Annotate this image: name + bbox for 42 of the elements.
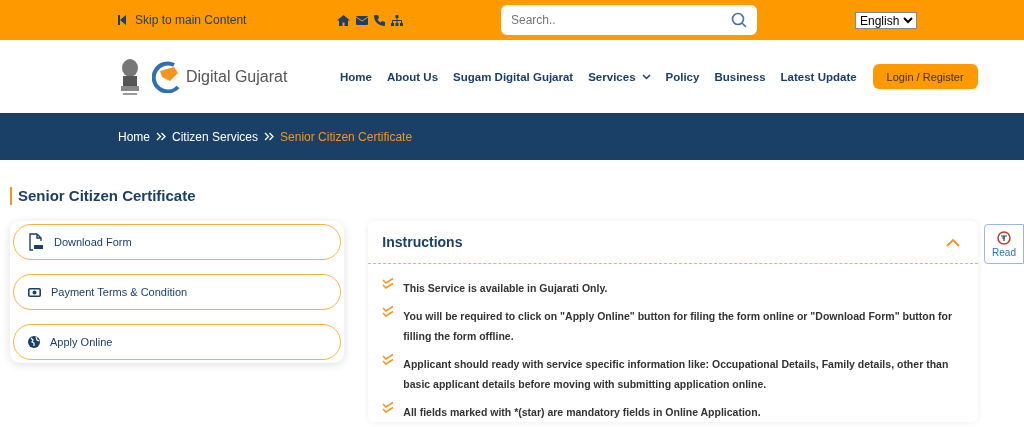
read-button[interactable]: Read: [984, 224, 1024, 264]
nav-link[interactable]: Home: [340, 70, 372, 83]
action-button[interactable]: Download Form: [13, 224, 342, 260]
double-check-icon: [382, 354, 395, 366]
nav-link[interactable]: Business: [714, 70, 766, 83]
mail-icon[interactable]: [356, 15, 368, 25]
instruction-text: This Service is available in Gujarati Only.: [403, 281, 609, 296]
double-check-icon: [382, 278, 395, 290]
globe-icon: [28, 336, 40, 348]
logo-icon: [152, 60, 182, 93]
action-button[interactable]: Payment Terms & Condition: [13, 274, 342, 310]
search-field[interactable]: Search..: [501, 5, 757, 35]
chevrons-icon: [156, 132, 166, 141]
instruction-text: You will be required to click on "Apply Online" button for filing the form online or "Download Form" button for filling the form offline.: [403, 309, 954, 344]
language-icon: [997, 230, 1012, 245]
phone-icon[interactable]: [374, 14, 385, 26]
nav-link[interactable]: About Us: [386, 70, 439, 83]
language-select[interactable]: English: [855, 11, 917, 29]
nav-link[interactable]: Policy: [665, 70, 700, 83]
action-button[interactable]: Apply Online: [13, 324, 342, 360]
skip-icon: [118, 15, 127, 25]
sitemap-icon[interactable]: [391, 14, 403, 26]
breadcrumb-link[interactable]: Home: [118, 129, 150, 144]
search-icon[interactable]: [731, 12, 747, 28]
banknote-icon: [28, 287, 41, 297]
nav-link[interactable]: Services: [588, 70, 651, 83]
pdf-file-icon: [28, 233, 44, 251]
instruction-text: All fields marked with *(star) are mandatory fields in Online Application.: [403, 405, 762, 420]
double-check-icon: [382, 306, 395, 318]
nav-link[interactable]: Sugam Digital Gujarat: [453, 70, 574, 83]
panel-title: Instructions: [382, 234, 463, 250]
logo-text: Digital Gujarat: [186, 67, 288, 86]
page-title: Senior Citizen Certificate: [10, 187, 1024, 205]
home-icon[interactable]: [337, 14, 350, 26]
chevrons-icon: [264, 132, 275, 141]
double-check-icon: [382, 402, 395, 414]
skip-link[interactable]: Skip to main Content: [118, 13, 337, 27]
nav-link[interactable]: Latest Update: [780, 70, 857, 83]
breadcrumb-link[interactable]: Citizen Services: [172, 129, 259, 144]
login-button[interactable]: Login / Register: [872, 64, 978, 89]
breadcrumb-link[interactable]: Senior Citizen Certificate: [280, 129, 413, 144]
instruction-text: Applicant should ready with service specific information like: Occupational Details, Family details, other than basic applicant details before moving with submitting application online.: [403, 357, 950, 392]
